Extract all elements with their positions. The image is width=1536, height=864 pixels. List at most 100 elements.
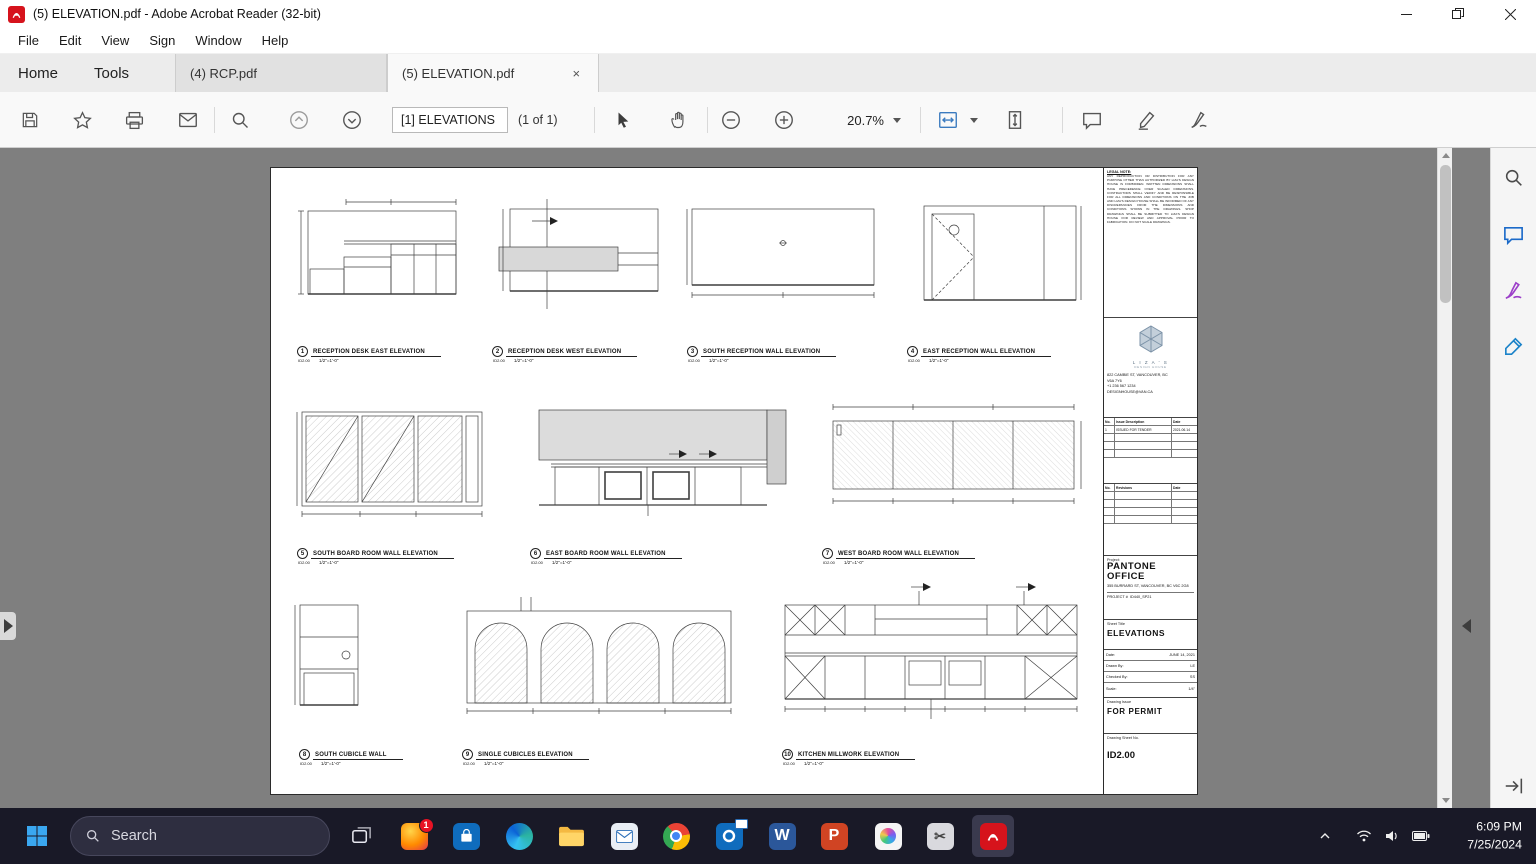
pdf-page: 1 RECEPTION DESK EAST ELEVATION ID2.00 1/2…	[270, 167, 1198, 795]
drawing-label-3: 3 SOUTH RECEPTION WALL ELEVATION ID2.00 1/…	[687, 346, 837, 363]
elevation-9-drawing	[461, 597, 738, 724]
battery-icon[interactable]	[1409, 824, 1433, 848]
new-mail-overlay-icon	[734, 818, 748, 829]
menu-window[interactable]: Window	[185, 33, 251, 48]
brand-logo	[1107, 324, 1194, 359]
print-button[interactable]	[116, 102, 152, 138]
wifi-icon[interactable]	[1352, 824, 1376, 848]
taskbar-app-store[interactable]	[445, 815, 487, 857]
sheet-date: JUNE 14, 2021	[1169, 653, 1195, 657]
edit-tools-panel-button[interactable]	[1496, 328, 1532, 364]
elevation-5-drawing	[296, 404, 488, 527]
favorite-star-button[interactable]	[64, 102, 100, 138]
save-button[interactable]	[12, 102, 48, 138]
next-page-button[interactable]	[334, 102, 370, 138]
sheet-title: ELEVATIONS	[1107, 628, 1166, 638]
email-button[interactable]	[170, 102, 206, 138]
comment-tool-button[interactable]	[1074, 102, 1110, 138]
volume-icon[interactable]	[1380, 824, 1404, 848]
doc-tab-elevation[interactable]: (5) ELEVATION.pdf ×	[387, 54, 600, 92]
highlight-tool-button[interactable]	[1129, 102, 1165, 138]
zoom-dropdown-caret-icon[interactable]	[893, 118, 901, 123]
project-address: 355 BURRARD ST, VANCOUVER, BC V6C 2G8	[1107, 583, 1189, 588]
menu-bar: File Edit View Sign Window Help	[0, 28, 1536, 54]
taskbar-app-edge[interactable]	[498, 815, 540, 857]
menu-view[interactable]: View	[91, 33, 139, 48]
doc-tab-rcp[interactable]: (4) RCP.pdf	[175, 54, 388, 92]
document-area: 1 RECEPTION DESK EAST ELEVATION ID2.00 1/2…	[0, 148, 1536, 808]
start-button[interactable]	[16, 815, 58, 857]
taskbar-app-mail[interactable]	[603, 815, 645, 857]
taskbar-app-file-explorer[interactable]	[550, 815, 592, 857]
taskbar-app-word[interactable]: W	[761, 815, 803, 857]
clock-time: 6:09 PM	[1476, 819, 1522, 834]
taskbar-search[interactable]: Search	[70, 816, 330, 856]
previous-page-button[interactable]	[281, 102, 317, 138]
window-title: (5) ELEVATION.pdf - Adobe Acrobat Reader…	[33, 7, 321, 21]
drawing-label-10: 10 KITCHEN MILLWORK ELEVATION ID2.00 1/2"=…	[782, 749, 916, 766]
fit-page-button[interactable]	[930, 102, 966, 138]
zoom-out-button[interactable]	[713, 102, 749, 138]
studio-email: DESIGNHOUSE@VAN.CA	[1107, 390, 1153, 395]
export-pdf-button[interactable]	[1496, 768, 1532, 804]
close-tab-icon[interactable]: ×	[568, 65, 584, 82]
vertical-scrollbar[interactable]	[1437, 148, 1452, 808]
menu-help[interactable]: Help	[252, 33, 299, 48]
search-label: Search	[111, 828, 157, 844]
menu-file[interactable]: File	[8, 33, 49, 48]
restore-button[interactable]	[1432, 0, 1484, 28]
task-view-button[interactable]	[340, 815, 382, 857]
tray-overflow-chevron-icon[interactable]	[1313, 824, 1337, 848]
drawing-label-6: 6 EAST BOARD ROOM WALL ELEVATION ID2.00 1/…	[530, 548, 682, 565]
tab-tools[interactable]: Tools	[76, 54, 147, 92]
fit-dropdown-caret-icon[interactable]	[970, 118, 978, 123]
drawing-label-1: 1 RECEPTION DESK EAST ELEVATION ID2.00 1/2…	[297, 346, 441, 363]
minimize-button[interactable]	[1380, 0, 1432, 28]
brand-section: L I Z A ' S DESIGN HOUSE 822 CAMBIE ST, …	[1104, 318, 1197, 418]
menu-sign[interactable]: Sign	[139, 33, 185, 48]
tab-bar: Home Tools (4) RCP.pdf (5) ELEVATION.pdf…	[0, 54, 1536, 92]
search-tool-button[interactable]	[1496, 160, 1532, 196]
scroll-up-icon[interactable]	[1438, 148, 1453, 163]
taskbar-app-chrome[interactable]	[655, 815, 697, 857]
zoom-in-button[interactable]	[766, 102, 802, 138]
scrollbar-thumb[interactable]	[1440, 165, 1451, 303]
page-number-input[interactable]: [1] ELEVATIONS	[392, 107, 508, 133]
taskbar: Search 1 W P ✂ 6:09 PM 7/25/2024	[0, 808, 1536, 864]
taskbar-app-photos[interactable]	[867, 815, 909, 857]
toolbar: [1] ELEVATIONS (1 of 1) 20.7%	[0, 92, 1536, 148]
sheet-number-section: Drawing Sheet No. ID2.00	[1104, 734, 1197, 794]
elevation-1-drawing	[296, 197, 466, 314]
taskbar-app-acrobat[interactable]	[972, 815, 1014, 857]
legal-note-section: LEGAL NOTE: ANY REPRODUCTION OR DISTRIBU…	[1104, 168, 1197, 318]
taskbar-clock[interactable]: 6:09 PM 7/25/2024	[1467, 818, 1522, 855]
search-icon	[87, 830, 99, 842]
sign-tool-button[interactable]	[1181, 102, 1217, 138]
menu-edit[interactable]: Edit	[49, 33, 91, 48]
taskbar-app-outlook[interactable]	[708, 815, 750, 857]
taskbar-app-firefox[interactable]: 1	[393, 815, 435, 857]
comments-panel-button[interactable]	[1496, 216, 1532, 252]
page-count-label: (1 of 1)	[518, 113, 558, 127]
drawing-issue-value: FOR PERMIT	[1107, 707, 1163, 716]
tab-home[interactable]: Home	[0, 54, 76, 92]
clock-date: 7/25/2024	[1467, 838, 1522, 852]
find-button[interactable]	[222, 102, 258, 138]
taskbar-app-powerpoint[interactable]: P	[813, 815, 855, 857]
scroll-down-icon[interactable]	[1438, 793, 1453, 808]
checked-by: SS	[1189, 675, 1195, 679]
sheet-number: ID2.00	[1107, 750, 1135, 761]
hand-tool-button[interactable]	[661, 102, 697, 138]
issue-table: No. Issue Description Date 1 ISSUED FOR …	[1104, 418, 1197, 484]
drawing-label-5: 5 SOUTH BOARD ROOM WALL ELEVATION ID2.00 1…	[297, 548, 454, 565]
fill-sign-panel-button[interactable]	[1496, 272, 1532, 308]
select-tool-button[interactable]	[605, 102, 641, 138]
project-no-label: PROJECT #	[1107, 595, 1128, 600]
expand-left-panel-button[interactable]	[0, 612, 16, 640]
taskbar-app-snipping-tool[interactable]: ✂	[919, 815, 961, 857]
collapse-right-panel-button[interactable]	[1458, 614, 1474, 638]
zoom-level-value[interactable]: 20.7%	[832, 113, 884, 128]
close-button[interactable]	[1484, 0, 1536, 28]
revisions-table: No. Revisions Date	[1104, 484, 1197, 556]
scroll-mode-button[interactable]	[997, 102, 1033, 138]
